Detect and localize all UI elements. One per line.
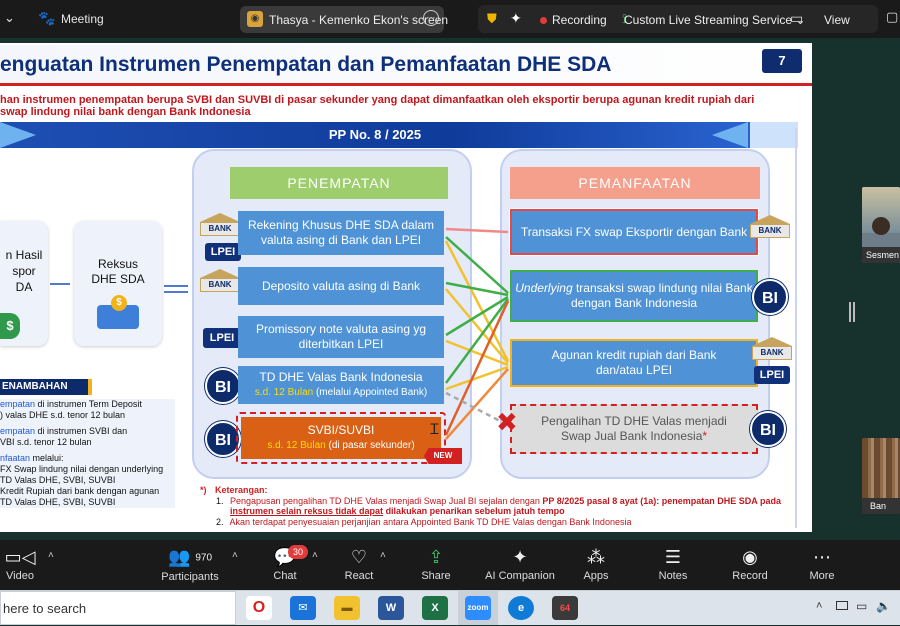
more-icon: ⋯ bbox=[813, 547, 831, 567]
recording-indicator[interactable]: Recording bbox=[540, 13, 607, 27]
chat-badge: 30 bbox=[288, 545, 308, 559]
participants-button[interactable]: 👥 970 Participants bbox=[150, 546, 230, 583]
maximize-icon[interactable]: ▢ bbox=[886, 9, 898, 25]
zoom-top-bar: ⌄ 🐾 Meeting ◉ Thasya - Kemenko Ekon's sc… bbox=[0, 0, 900, 38]
note-2: 2. Akan terdapat penyesuaian perjanjian a… bbox=[216, 516, 632, 527]
recording-label: Recording bbox=[552, 13, 607, 27]
participant-tile-2[interactable]: Ban bbox=[862, 438, 900, 514]
streaming-label[interactable]: Custom Live Streaming Service ⌄ bbox=[624, 13, 805, 27]
more-options-icon[interactable]: ··· bbox=[423, 10, 439, 26]
sparkle-icon[interactable]: ✦ bbox=[510, 10, 522, 27]
sharer-avatar: ◉ bbox=[247, 11, 263, 27]
apps-button[interactable]: ⁂ Apps bbox=[556, 546, 636, 582]
windows-taskbar: here to search O ✉ ▬ W X zoom e 64 ˄ ▭ 🔈 bbox=[0, 590, 900, 625]
volume-icon[interactable]: 🔈 bbox=[876, 599, 891, 613]
opera-icon[interactable]: O bbox=[246, 596, 272, 620]
participant-tile-1[interactable]: Sesmen bbox=[862, 187, 900, 263]
more-button[interactable]: ⋯ More bbox=[782, 546, 862, 582]
recording-dot-icon bbox=[540, 17, 547, 25]
record-icon: ◉ bbox=[742, 547, 758, 567]
panel-resize-handle-2[interactable] bbox=[853, 302, 855, 322]
ai-companion-button[interactable]: ✦ AI Companion bbox=[472, 546, 568, 582]
notes-icon: ☰ bbox=[664, 547, 682, 567]
participant-name: Ban bbox=[862, 498, 900, 514]
sparkle-icon: ✦ bbox=[512, 547, 528, 567]
file-explorer-icon[interactable]: ▬ bbox=[334, 596, 360, 620]
note-1: 1. Pengapusan pengalihan TD DHE Valas men… bbox=[216, 495, 781, 506]
apps-icon: ⁂ bbox=[587, 547, 605, 567]
react-button[interactable]: ♡ React bbox=[319, 546, 399, 582]
slide-notes: *) Keterangan: 1. Pengapusan pengalihan T… bbox=[200, 485, 810, 527]
share-arrow-icon: ⇪ bbox=[428, 547, 444, 567]
word-icon[interactable]: W bbox=[378, 596, 404, 620]
note-1-cont: instrumen selain reksus tidak dapat dila… bbox=[230, 506, 565, 516]
tray-caret-icon[interactable]: ˄ bbox=[816, 600, 822, 612]
shared-slide: enguatan Instrumen Penempatan dan Pemanf… bbox=[0, 43, 812, 532]
view-button[interactable]: View bbox=[824, 13, 850, 27]
chat-caret-icon[interactable]: ˄ bbox=[312, 550, 318, 561]
window-icon[interactable]: ▭ bbox=[790, 10, 803, 27]
status-pill: ⛊ ✦ Recording ⟟ Custom Live Streaming Se… bbox=[478, 5, 878, 33]
game-app-icon[interactable]: 64 bbox=[552, 596, 578, 620]
app-badge: 64 bbox=[559, 603, 570, 613]
notes-button[interactable]: ☰ Notes bbox=[633, 546, 713, 582]
network-icon[interactable]: ▭ bbox=[856, 599, 867, 613]
meeting-label[interactable]: Meeting bbox=[61, 12, 104, 26]
text-cursor-icon: Ꮖ bbox=[430, 421, 440, 437]
excel-icon[interactable]: X bbox=[422, 596, 448, 620]
mail-icon[interactable]: ✉ bbox=[290, 596, 316, 620]
share-button[interactable]: ⇪ Share bbox=[396, 546, 476, 582]
people-icon: 👥 970 bbox=[167, 547, 213, 567]
meeting-toolbar: ▭◁ Video ˄ 👥 970 Participants ˄ 💬 Chat 30 ˄… bbox=[0, 540, 900, 590]
react-caret-icon[interactable]: ˄ bbox=[380, 550, 386, 561]
record-button[interactable]: ◉ Record bbox=[710, 546, 790, 582]
edge-icon[interactable]: e bbox=[508, 596, 534, 620]
connection-arrows bbox=[444, 227, 510, 440]
paw-icon[interactable]: 🐾 bbox=[38, 10, 55, 27]
taskbar-search[interactable]: here to search bbox=[0, 591, 236, 625]
zoom-icon[interactable]: zoom bbox=[465, 596, 491, 620]
shield-icon[interactable]: ⛊ bbox=[487, 11, 497, 27]
screen-share-pill[interactable]: ◉ Thasya - Kemenko Ekon's screen ··· bbox=[240, 6, 448, 33]
heart-icon: ♡ bbox=[350, 547, 368, 567]
panel-resize-handle[interactable] bbox=[849, 302, 851, 322]
participants-caret-icon[interactable]: ˄ bbox=[232, 550, 238, 561]
share-label: Thasya - Kemenko Ekon's screen bbox=[269, 13, 449, 27]
notes-title: *) Keterangan: bbox=[200, 485, 268, 495]
video-caret-icon[interactable]: ˄ bbox=[48, 550, 54, 561]
battery-icon[interactable] bbox=[836, 601, 848, 610]
chevron-down-icon[interactable]: ⌄ bbox=[4, 10, 15, 26]
streaming-text: Custom Live Streaming Service bbox=[624, 13, 793, 27]
participant-name: Sesmen bbox=[862, 247, 900, 263]
